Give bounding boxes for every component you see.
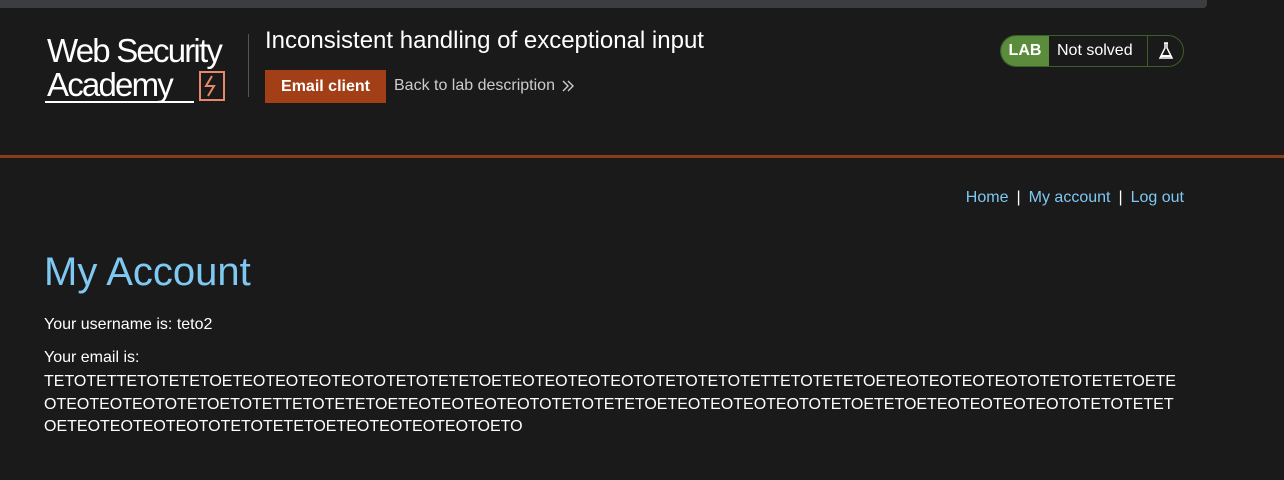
- back-to-lab-description-link[interactable]: Back to lab description: [394, 77, 575, 95]
- nav-home-link[interactable]: Home: [966, 189, 1009, 206]
- logo-bolt-icon: [199, 71, 225, 101]
- email-label: Your email is:: [44, 349, 140, 366]
- page-title: My Account: [44, 250, 251, 294]
- browser-top-strip: [0, 0, 1284, 12]
- email-client-button[interactable]: Email client: [265, 70, 386, 103]
- tab-strip: [0, 0, 1207, 8]
- logo-text-line2: Academy: [47, 66, 174, 103]
- username-text: Your username is: teto2: [44, 316, 213, 333]
- nav-separator: |: [1118, 189, 1123, 206]
- lab-title: Inconsistent handling of exceptional inp…: [265, 27, 704, 54]
- web-security-academy-logo[interactable]: Web Security Academy: [44, 30, 249, 106]
- lab-label: LAB: [1001, 36, 1049, 66]
- nav-log-out-link[interactable]: Log out: [1131, 189, 1184, 206]
- chevrons-right-icon: [562, 80, 574, 92]
- nav-separator: |: [1016, 189, 1021, 206]
- flask-icon-glyph: [1158, 42, 1173, 59]
- nav-my-account-link[interactable]: My account: [1029, 189, 1111, 206]
- flask-icon[interactable]: [1147, 36, 1183, 66]
- back-link-label: Back to lab description: [394, 77, 555, 94]
- logo-divider: [248, 34, 249, 97]
- email-value: TETOTETTETOTETETOETEOTEOTEOTEOTOTETOTETE…: [44, 373, 1176, 435]
- top-nav: Home | My account | Log out: [966, 189, 1184, 207]
- header-divider: [0, 155, 1284, 158]
- lab-status-text: Not solved: [1057, 42, 1133, 59]
- lab-status-badge: LAB Not solved: [1000, 35, 1184, 67]
- logo-text-line1: Web Security: [47, 32, 223, 69]
